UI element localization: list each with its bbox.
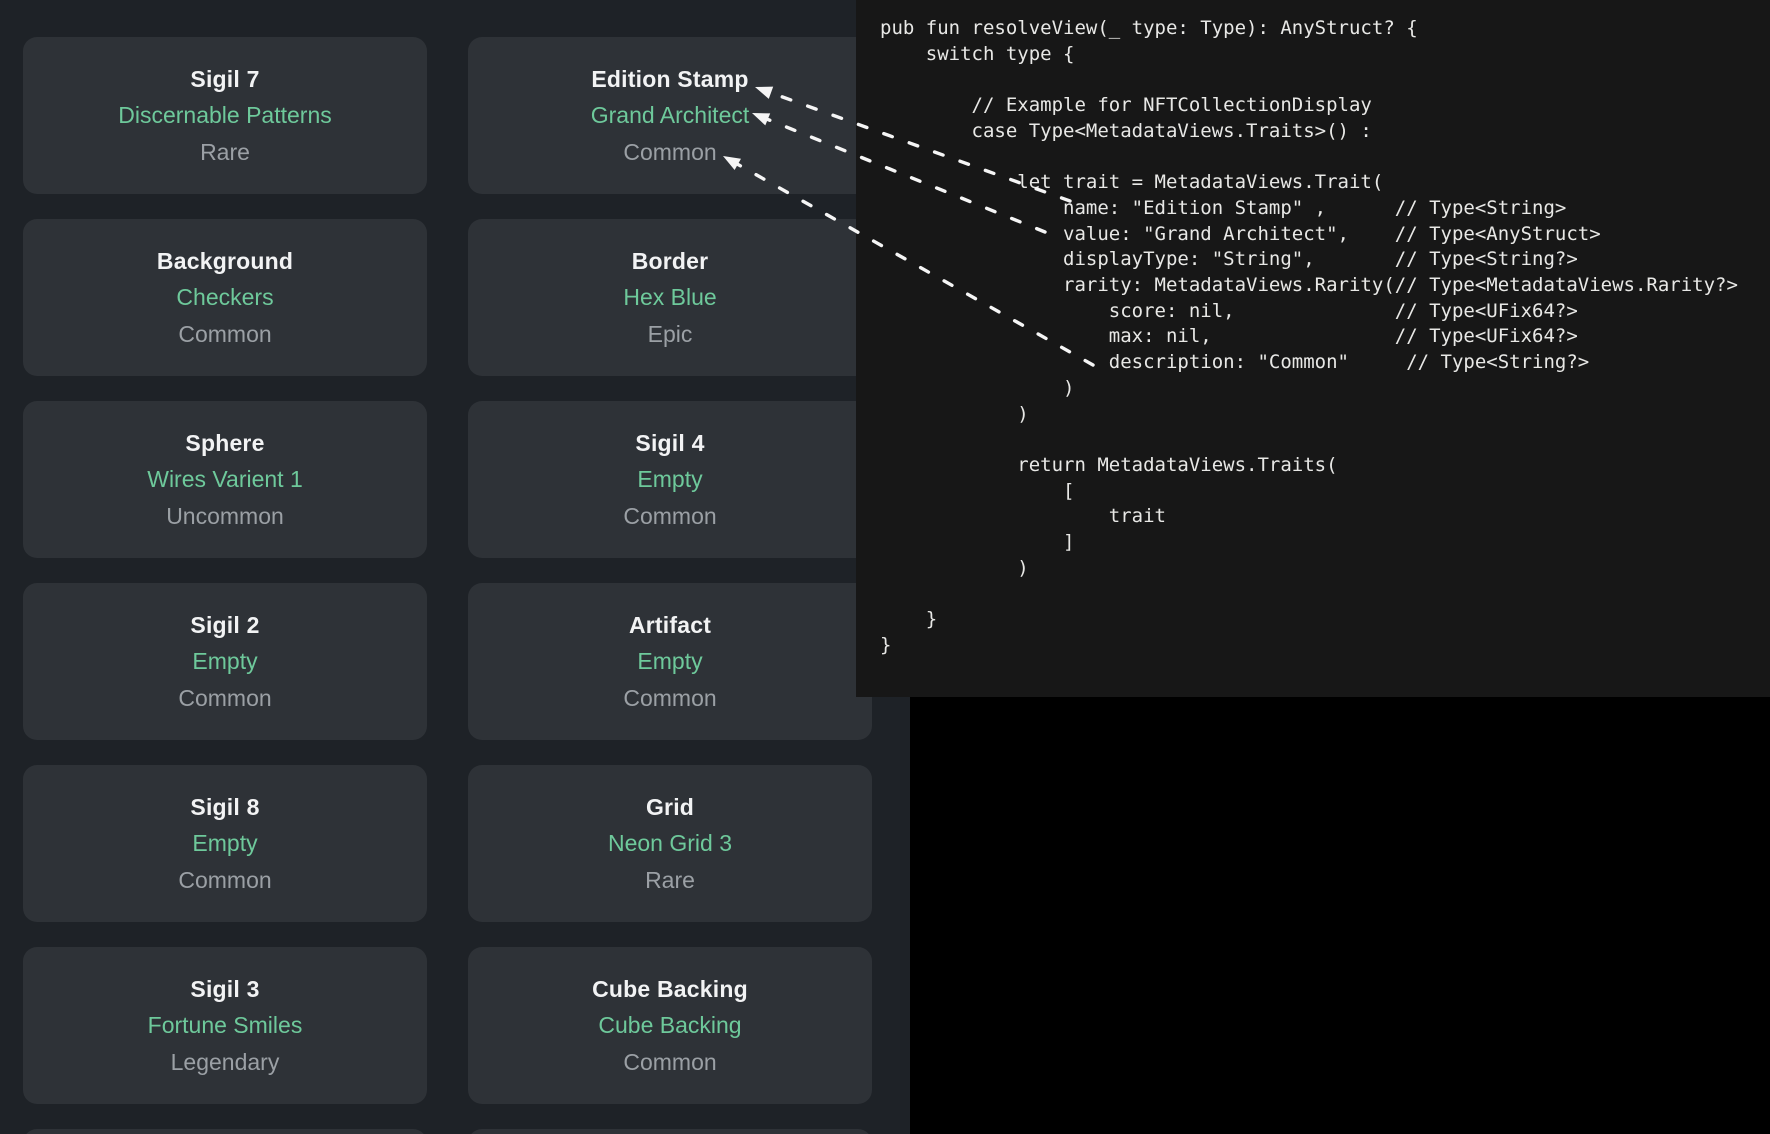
trait-card-grid: Sigil 7Discernable PatternsRareEdition S…: [0, 0, 910, 1134]
trait-card: Sigil 8EmptyCommon: [23, 765, 427, 922]
trait-value: Neon Grid 3: [608, 825, 732, 862]
code-block: pub fun resolveView(_ type: Type): AnySt…: [856, 0, 1770, 659]
trait-value: Wires Varient 1: [147, 461, 303, 498]
trait-title: Cube Backing: [592, 971, 748, 1008]
trait-rarity: Common: [623, 1044, 716, 1081]
trait-card: Cube BackingCube BackingCommon: [468, 947, 872, 1104]
trait-rarity: Common: [178, 316, 271, 353]
trait-value: Fortune Smiles: [148, 1007, 303, 1044]
trait-card: Sigil 7Discernable PatternsRare: [23, 37, 427, 194]
trait-rarity: Rare: [645, 862, 695, 899]
trait-card: SphereWires Varient 1Uncommon: [23, 401, 427, 558]
trait-title: Sigil 7: [190, 61, 259, 98]
trait-rarity: Epic: [648, 316, 693, 353]
trait-value: Grand Architect: [591, 97, 750, 134]
trait-card: GridNeon Grid 3Rare: [468, 765, 872, 922]
trait-card: Sigil 2EmptyCommon: [23, 583, 427, 740]
traits-page: Sigil 7Discernable PatternsRareEdition S…: [0, 0, 910, 1134]
code-panel: pub fun resolveView(_ type: Type): AnySt…: [856, 0, 1770, 697]
trait-title: Sigil 3: [190, 971, 259, 1008]
trait-value: Cube Backing: [598, 1007, 741, 1044]
trait-value: Empty: [192, 825, 257, 862]
trait-value: Checkers: [176, 279, 273, 316]
trait-rarity: Common: [623, 680, 716, 717]
trait-rarity: Common: [623, 498, 716, 535]
trait-title: Border: [632, 243, 709, 280]
trait-title: Grid: [646, 789, 694, 826]
trait-title: Background: [157, 243, 293, 280]
trait-card: ArtifactEmptyCommon: [468, 583, 872, 740]
trait-value: Hex Blue: [623, 279, 716, 316]
trait-title: Artifact: [629, 607, 711, 644]
trait-card: Sigil 3Fortune SmilesLegendary: [23, 947, 427, 1104]
trait-rarity: Uncommon: [166, 498, 284, 535]
trait-title: Sphere: [185, 425, 264, 462]
trait-title: Sigil 4: [635, 425, 704, 462]
trait-card: BorderHex BlueEpic: [468, 219, 872, 376]
trait-title: Edition Stamp: [591, 61, 748, 98]
trait-rarity: Legendary: [171, 1044, 280, 1081]
trait-value: Empty: [637, 461, 702, 498]
trait-value: Discernable Patterns: [118, 97, 332, 134]
trait-card: BackgroundCheckersCommon: [23, 219, 427, 376]
trait-value: Empty: [637, 643, 702, 680]
trait-title: Sigil 2: [190, 607, 259, 644]
trait-value: Empty: [192, 643, 257, 680]
trait-card: Edition StampGrand ArchitectCommon: [468, 37, 872, 194]
trait-rarity: Rare: [200, 134, 250, 171]
trait-rarity: Common: [623, 134, 716, 171]
trait-card: [23, 1129, 427, 1134]
trait-card: Sigil 4EmptyCommon: [468, 401, 872, 558]
trait-title: Sigil 8: [190, 789, 259, 826]
trait-rarity: Common: [178, 862, 271, 899]
trait-rarity: Common: [178, 680, 271, 717]
screenshot-root: Sigil 7Discernable PatternsRareEdition S…: [0, 0, 1770, 1134]
trait-card: [468, 1129, 872, 1134]
